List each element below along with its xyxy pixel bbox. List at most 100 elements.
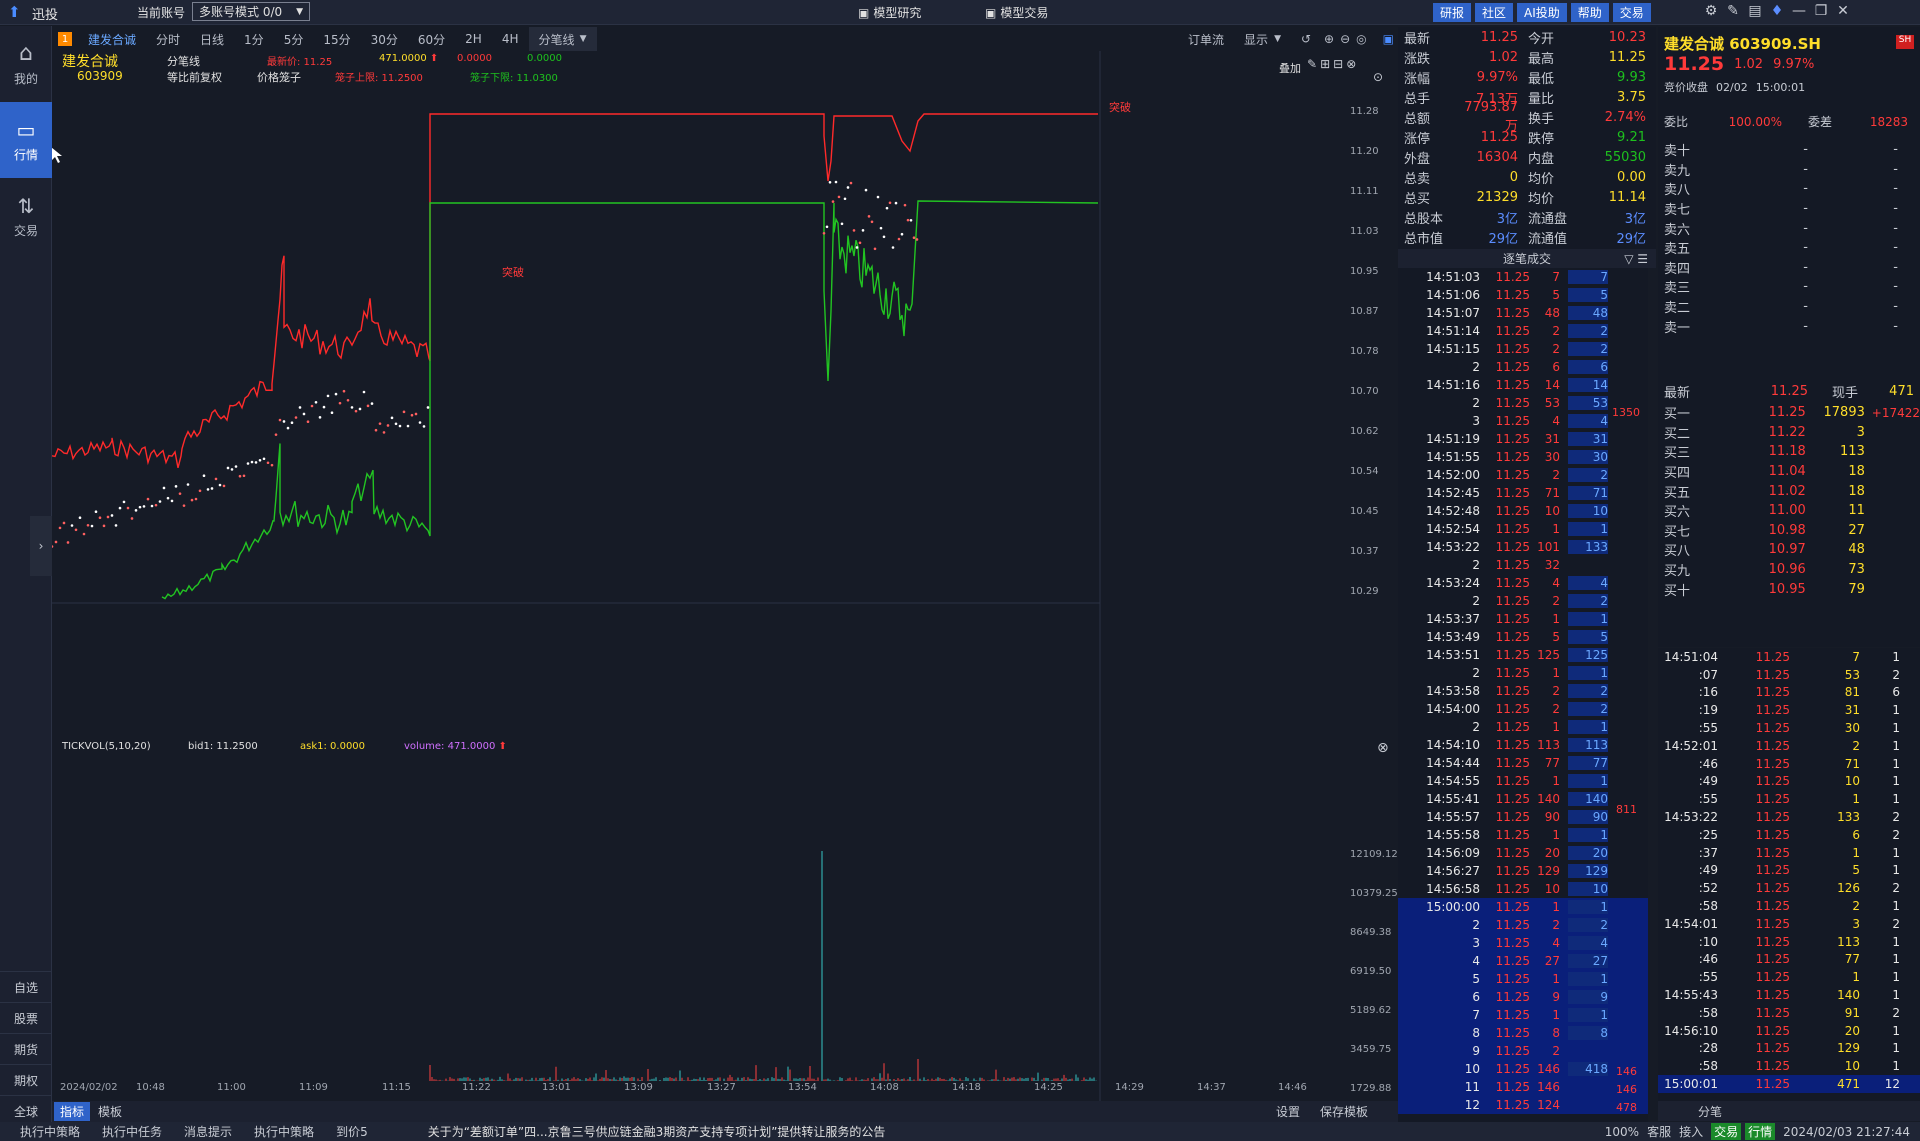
community-button[interactable]: 社区 xyxy=(1475,3,1514,22)
sell-level[interactable]: 卖七 - - xyxy=(1658,199,1920,219)
trade-volume: 8 xyxy=(1552,1026,1560,1040)
zoom-out-icon[interactable]: ⊖ xyxy=(1337,27,1353,51)
save-template-button[interactable]: 保存模板 xyxy=(1310,1103,1378,1120)
sell-level[interactable]: 卖二 - - xyxy=(1658,297,1920,317)
status-item[interactable]: 交易 xyxy=(1711,1123,1742,1140)
buy-level[interactable]: 买五 11.02 18 xyxy=(1658,481,1920,501)
buy-level[interactable]: 买九 10.96 73 xyxy=(1658,560,1920,580)
restore-icon[interactable]: ❐ xyxy=(1810,3,1832,19)
status-item[interactable]: 执行中任务 xyxy=(102,1123,162,1140)
sell-level[interactable]: 卖九 - - xyxy=(1658,160,1920,180)
level-qty: 113 xyxy=(1840,444,1865,460)
settings-button[interactable]: 设置 xyxy=(1266,1103,1310,1120)
tab-stock[interactable]: 建发合诚 xyxy=(78,27,146,51)
quote-value: 3亿 xyxy=(1496,211,1518,227)
status-item[interactable]: 客服 xyxy=(1647,1123,1671,1140)
zoom-in-icon[interactable]: ⊕ xyxy=(1321,27,1337,51)
zoom-level[interactable]: 100% xyxy=(1605,1125,1639,1139)
tick-dot xyxy=(226,466,230,470)
tab-period[interactable]: 60分 xyxy=(408,27,455,51)
tab-period-select[interactable]: 分笔线 ▼ xyxy=(528,27,597,51)
close-icon[interactable]: ✕ xyxy=(1832,3,1854,19)
sell-level[interactable]: 卖十 - - xyxy=(1658,140,1920,160)
status-datetime: 2024/02/03 21:27:44 xyxy=(1783,1124,1910,1139)
filter-icon[interactable]: ▽ ☰ xyxy=(1624,252,1648,266)
tab-period[interactable]: 30分 xyxy=(361,27,408,51)
status-item[interactable]: 消息提示 xyxy=(184,1123,232,1140)
minimize-icon[interactable]: — xyxy=(1788,3,1810,19)
trade-volume: 77 xyxy=(1544,756,1560,770)
tick-list[interactable]: 14:51:04 11.25 7 1:07 11.25 53 2:16 11.25 81 6:19… xyxy=(1658,648,1920,1101)
sidebar-item-options[interactable]: 期权 xyxy=(0,1064,52,1095)
buy-level[interactable]: 买七 10.98 27 xyxy=(1658,521,1920,541)
sell-level[interactable]: 卖三 - - xyxy=(1658,277,1920,297)
tab-period[interactable]: 2H xyxy=(455,27,492,51)
sidebar-item-stocks[interactable]: 股票 xyxy=(0,1002,52,1033)
tab-period[interactable]: 日线 xyxy=(190,27,234,51)
trade-time: 2 xyxy=(1472,720,1480,734)
layout-icon[interactable]: ▤ xyxy=(1744,3,1766,19)
gear-icon[interactable]: ⚙ xyxy=(1700,3,1722,19)
chart-area[interactable]: 建发合诚 603909 分笔线 最新价: 11.25 471.0000 ⬆ 0.… xyxy=(52,51,1398,1101)
tab-period[interactable]: 1分 xyxy=(234,27,274,51)
tab-model-trade[interactable]: ▣ 模型交易 xyxy=(985,4,1048,21)
buy-level[interactable]: 买二 11.22 3 xyxy=(1658,423,1920,443)
status-item[interactable]: 执行中策略 xyxy=(20,1123,80,1140)
sidebar-item-watchlist[interactable]: 自选 xyxy=(0,971,52,1002)
ticks-footer[interactable]: 分笔 xyxy=(1658,1101,1920,1121)
edit-icon[interactable]: ✎ xyxy=(1722,3,1744,19)
order-flow-button[interactable]: 订单流 xyxy=(1178,27,1234,51)
tick-dot xyxy=(278,418,282,422)
expand-panel-icon[interactable]: › xyxy=(30,516,52,576)
tab-period[interactable]: 15分 xyxy=(313,27,360,51)
tab-template[interactable]: 模板 xyxy=(90,1103,130,1120)
tab-period[interactable]: 4H xyxy=(492,27,529,51)
sidebar-item-mine[interactable]: ⌂ 我的 xyxy=(0,26,52,102)
undo-icon[interactable]: ↺ xyxy=(1291,27,1321,51)
trade-button[interactable]: 交易 xyxy=(1612,3,1651,22)
tick-price: 11.25 xyxy=(1755,899,1790,914)
tab-period[interactable]: 分时 xyxy=(146,27,190,51)
status-item[interactable]: 到价5 xyxy=(336,1123,368,1140)
sidebar-item-trade[interactable]: ⇅ 交易 xyxy=(0,178,52,254)
sidebar-item-market[interactable]: ▭ 行情 xyxy=(0,102,52,178)
buy-level[interactable]: 买三 11.18 113 xyxy=(1658,442,1920,462)
status-item[interactable]: 接入 xyxy=(1679,1123,1703,1140)
buy-level[interactable]: 买六 11.00 11 xyxy=(1658,501,1920,521)
level-qty: - xyxy=(1893,142,1898,158)
buy-level[interactable]: 买四 11.04 18 xyxy=(1658,462,1920,482)
buy-level[interactable]: 买一 11.25 17893 +17422 xyxy=(1658,403,1920,423)
tab-indicator[interactable]: 指标 xyxy=(54,1102,91,1121)
camera-icon[interactable]: ◎ xyxy=(1353,27,1369,51)
account-select[interactable]: 多账号模式 0/0 ▼ xyxy=(192,2,310,21)
panel-toggle-icon[interactable]: ▣ xyxy=(1380,27,1397,51)
quote-value: 11.25 xyxy=(1608,49,1646,65)
tick-volume: 113 xyxy=(1837,934,1860,949)
help-button[interactable]: 帮助 xyxy=(1570,3,1609,22)
trade-volume: 146 xyxy=(1537,1062,1560,1076)
shirt-icon[interactable]: ♦ xyxy=(1766,3,1788,19)
tick-dot xyxy=(78,516,82,520)
sell-level[interactable]: 卖一 - - xyxy=(1658,316,1920,336)
status-item[interactable]: 行情 xyxy=(1745,1123,1776,1140)
tick-volume: 10 xyxy=(1844,1059,1860,1074)
tab-model-research[interactable]: ▣ 模型研究 xyxy=(858,4,921,21)
ai-button[interactable]: AI投助 xyxy=(1517,3,1567,22)
trade-volume: 1 xyxy=(1552,720,1560,734)
x-axis: 2024/02/02 10:48 11:00 11:09 11:15 11:22… xyxy=(52,1082,1348,1098)
display-select[interactable]: 显示 ▼ xyxy=(1234,27,1291,51)
sidebar-item-futures[interactable]: 期货 xyxy=(0,1033,52,1064)
research-button[interactable]: 研报 xyxy=(1433,3,1472,22)
level-label: 卖九 xyxy=(1664,163,1691,179)
sell-level[interactable]: 卖四 - - xyxy=(1658,258,1920,278)
trade-time: 2 xyxy=(1472,396,1480,410)
tab-period[interactable]: 5分 xyxy=(274,27,314,51)
buy-level[interactable]: 买十 10.95 79 xyxy=(1658,579,1920,599)
sell-level[interactable]: 卖八 - - xyxy=(1658,179,1920,199)
buy-level[interactable]: 买八 10.97 48 xyxy=(1658,540,1920,560)
sell-level[interactable]: 卖六 - - xyxy=(1658,218,1920,238)
news-ticker[interactable]: 关于为“差额订单”四...京鲁三号供应链金融3期资产支持专项计划”提供转让服务的… xyxy=(428,1123,886,1140)
sell-level[interactable]: 卖五 - - xyxy=(1658,238,1920,258)
status-item[interactable]: 执行中策略 xyxy=(254,1123,314,1140)
tick-count: 2 xyxy=(1892,810,1900,825)
